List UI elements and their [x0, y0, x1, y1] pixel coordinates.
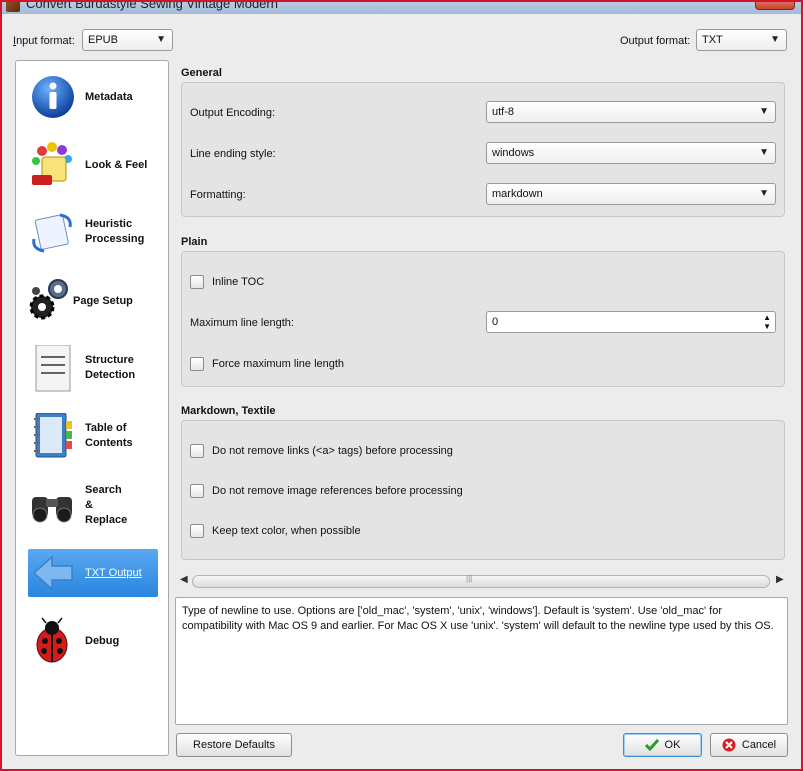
keep-color-checkbox[interactable]: [190, 524, 204, 538]
app-icon: [6, 2, 20, 12]
chevron-down-icon: ▼: [759, 147, 769, 158]
ladybug-icon: [36, 617, 68, 663]
heuristic-icon: [32, 213, 72, 253]
max-line-length-spinbox[interactable]: 0 ▲ ▼: [486, 311, 776, 333]
general-section-title: General: [181, 67, 222, 79]
help-text-box: Type of newline to use. Options are ['ol…: [175, 597, 788, 725]
document-lines-icon: [35, 345, 71, 392]
input-format-label: Input format:: [13, 35, 75, 47]
arrow-left-icon: [32, 555, 73, 591]
force-max-line-checkbox[interactable]: [190, 357, 204, 371]
keep-links-checkbox[interactable]: [190, 444, 204, 458]
output-encoding-select[interactable]: utf-8 ▼: [486, 101, 776, 123]
formatting-label: Formatting:: [190, 189, 246, 201]
chevron-down-icon: ▼: [759, 106, 769, 117]
keep-color-label: Keep text color, when possible: [212, 525, 361, 537]
inline-toc-label: Inline TOC: [212, 276, 265, 288]
line-ending-select[interactable]: windows ▼: [486, 142, 776, 164]
grip-icon: |||: [466, 574, 473, 583]
chevron-down-icon: ▼: [759, 188, 769, 199]
notebook-icon: [34, 413, 72, 458]
restore-defaults-button[interactable]: Restore Defaults: [176, 733, 292, 757]
binoculars-icon: [32, 497, 72, 523]
sidebar-item-metadata[interactable]: Metadata: [28, 73, 158, 121]
plain-groupbox: Inline TOC Maximum line length: 0 ▲ ▼ For…: [181, 251, 785, 387]
ok-button[interactable]: OK: [623, 733, 702, 757]
sidebar-item-table-of-contents[interactable]: Table of Contents: [28, 413, 158, 461]
sidebar-item-page-setup[interactable]: Page Setup: [28, 277, 158, 325]
info-icon: [32, 76, 74, 118]
sidebar-item-structure-detection[interactable]: Structure Detection: [28, 345, 158, 393]
chevron-down-icon: ▼: [770, 34, 780, 45]
force-max-line-label: Force maximum line length: [212, 358, 345, 370]
scrollbar-thumb[interactable]: [192, 575, 770, 588]
output-format-label: Output format:: [620, 35, 691, 47]
window-close-button[interactable]: [755, 2, 795, 10]
sidebar-item-debug[interactable]: Debug: [28, 617, 158, 665]
keep-images-checkbox[interactable]: [190, 484, 204, 498]
scroll-left-icon[interactable]: ◀: [180, 574, 188, 585]
output-encoding-label: Output Encoding:: [190, 107, 276, 119]
gears-icon: [29, 279, 68, 320]
sidebar-item-heuristic-processing[interactable]: Heuristic Processing: [28, 209, 158, 257]
paint-bucket-icon: [32, 142, 72, 185]
formatting-select[interactable]: markdown ▼: [486, 183, 776, 205]
sidebar-item-look-and-feel[interactable]: Look & Feel: [28, 141, 158, 189]
plain-section-title: Plain: [181, 236, 208, 248]
check-icon: [644, 739, 659, 752]
inline-toc-checkbox[interactable]: [190, 275, 204, 289]
cancel-button[interactable]: Cancel: [710, 733, 788, 757]
chevron-down-icon: ▼: [156, 34, 166, 45]
markdown-groupbox: Do not remove links (<a> tags) before pr…: [181, 420, 785, 560]
max-line-length-label: Maximum line length:: [190, 317, 294, 329]
convert-dialog: Convert Burdastyle Sewing Vintage Modern…: [0, 0, 803, 771]
general-groupbox: Output Encoding: utf-8 ▼ Line ending sty…: [181, 82, 785, 217]
output-format-select[interactable]: TXT ▼: [696, 29, 787, 51]
horizontal-scrollbar[interactable]: ◀ ||| ▶: [180, 574, 784, 590]
input-format-select[interactable]: EPUB ▼: [82, 29, 173, 51]
cancel-icon: [722, 738, 736, 752]
spin-arrows-icon[interactable]: ▲ ▼: [763, 313, 771, 331]
line-ending-label: Line ending style:: [190, 148, 276, 160]
title-bar: Convert Burdastyle Sewing Vintage Modern: [2, 2, 801, 14]
keep-links-label: Do not remove links (<a> tags) before pr…: [212, 445, 453, 457]
scroll-right-icon[interactable]: ▶: [776, 574, 784, 585]
window-title: Convert Burdastyle Sewing Vintage Modern: [26, 2, 278, 11]
sidebar-item-txt-output[interactable]: TXT Output: [28, 549, 158, 597]
keep-images-label: Do not remove image references before pr…: [212, 485, 463, 497]
markdown-section-title: Markdown, Textile: [181, 405, 276, 417]
sidebar-item-search-and-replace[interactable]: Search & Replace: [28, 481, 158, 529]
sidebar: Metadata Look & Feel Heuristic Processin…: [15, 60, 169, 756]
